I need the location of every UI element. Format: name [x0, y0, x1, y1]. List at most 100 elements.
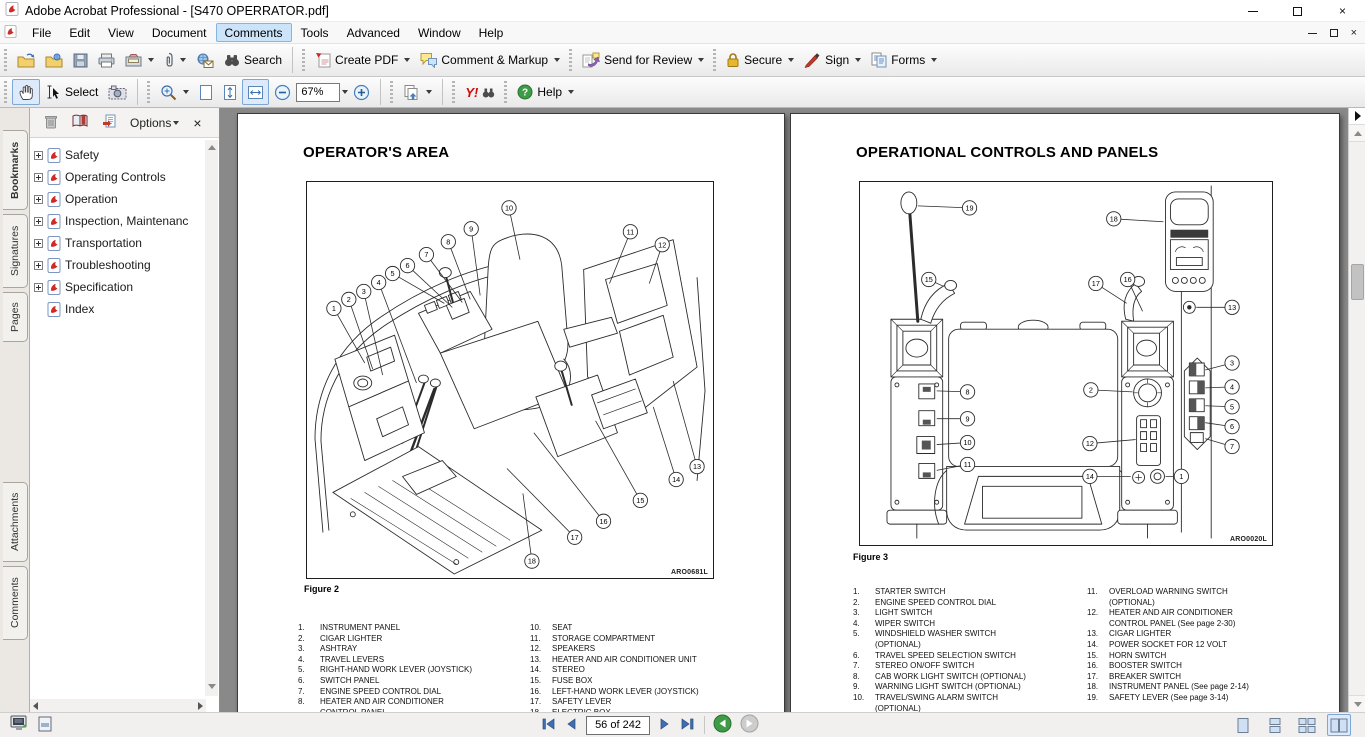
tab-bookmarks[interactable]: Bookmarks [3, 130, 28, 210]
scroll-up-icon[interactable] [208, 145, 216, 150]
bookmark-item[interactable]: Operation [34, 188, 206, 210]
preview-monitor-icon[interactable] [10, 715, 28, 735]
fit-width-button[interactable] [242, 79, 269, 105]
save-button[interactable] [68, 47, 93, 73]
menu-advanced[interactable]: Advanced [338, 23, 409, 42]
menu-document[interactable]: Document [143, 23, 216, 42]
toolbar-grip[interactable] [713, 49, 716, 71]
maximize-icon[interactable] [1275, 0, 1320, 22]
expand-plus-icon[interactable] [34, 261, 43, 270]
minimize-icon[interactable] [1230, 0, 1275, 22]
bookmark-item[interactable]: Index [34, 298, 206, 320]
panel-close-icon[interactable]: × [193, 115, 201, 131]
bookmark-item[interactable]: Transportation [34, 232, 206, 254]
doc-minimize-icon[interactable] [1308, 33, 1317, 34]
menu-tools[interactable]: Tools [292, 23, 338, 42]
expand-plus-icon[interactable] [34, 195, 43, 204]
bookmarks-options-button[interactable]: Options [130, 116, 179, 130]
bookmark-item[interactable]: Specification [34, 276, 206, 298]
facing-view-button[interactable] [1327, 714, 1351, 736]
next-page-button[interactable] [658, 717, 671, 734]
attach-button[interactable] [159, 47, 191, 73]
close-icon[interactable]: × [1320, 0, 1365, 22]
document-vscrollbar[interactable] [1348, 108, 1365, 712]
snapshot-tool-button[interactable] [103, 79, 132, 105]
help-button[interactable]: ? Help [512, 79, 579, 105]
menu-help[interactable]: Help [470, 23, 513, 42]
last-page-button[interactable] [679, 717, 696, 734]
tab-pages[interactable]: Pages [3, 292, 28, 342]
expand-plus-icon[interactable] [34, 239, 43, 248]
menu-comments[interactable]: Comments [216, 23, 292, 42]
expand-plus-icon[interactable] [34, 151, 43, 160]
tab-attachments[interactable]: Attachments [3, 482, 28, 562]
open-web-button[interactable] [40, 47, 68, 73]
menu-window[interactable]: Window [409, 23, 470, 42]
zoom-in-button[interactable] [348, 79, 375, 105]
forms-button[interactable]: Forms [866, 47, 942, 73]
toolbar-grip[interactable] [569, 49, 572, 71]
zoom-tool-button[interactable] [155, 79, 194, 105]
first-page-button[interactable] [540, 717, 557, 734]
continuous-view-button[interactable] [1263, 714, 1287, 736]
search-button[interactable]: Search [219, 47, 287, 73]
select-tool-button[interactable]: Select [40, 79, 103, 105]
scroll-down-icon[interactable] [208, 684, 216, 689]
zoom-level-input[interactable] [296, 83, 340, 102]
menu-edit[interactable]: Edit [60, 23, 99, 42]
hand-tool-button[interactable] [12, 79, 40, 105]
page-number-input[interactable] [586, 716, 650, 735]
open-button[interactable] [12, 47, 40, 73]
delete-bookmark-icon[interactable] [44, 114, 58, 132]
bookmark-item[interactable]: Safety [34, 144, 206, 166]
expand-plus-icon[interactable] [34, 217, 43, 226]
single-page-view-button[interactable] [1231, 714, 1255, 736]
doc-close-icon[interactable]: × [1351, 28, 1357, 39]
pane-toggle-button[interactable] [1349, 108, 1365, 125]
scroll-left-icon[interactable] [33, 702, 38, 710]
comment-markup-button[interactable]: Comment & Markup [415, 47, 565, 73]
menu-file[interactable]: File [23, 23, 60, 42]
expand-plus-icon[interactable] [34, 173, 43, 182]
scroll-right-icon[interactable] [198, 702, 203, 710]
print-button[interactable] [93, 47, 120, 73]
organizer-button[interactable] [120, 47, 159, 73]
menu-view[interactable]: View [99, 23, 143, 42]
email-button[interactable] [191, 47, 219, 73]
toolbar-grip[interactable] [302, 49, 305, 71]
fit-height-button[interactable] [218, 79, 242, 105]
scroll-up-button[interactable] [1349, 125, 1365, 142]
toolbar-grip[interactable] [452, 81, 455, 103]
bookmark-item[interactable]: Operating Controls [34, 166, 206, 188]
fit-page-button[interactable] [194, 79, 218, 105]
sign-button[interactable]: Sign [799, 47, 866, 73]
page-size-icon[interactable] [38, 716, 52, 735]
secure-button[interactable]: Secure [721, 47, 799, 73]
scroll-down-button[interactable] [1349, 695, 1365, 712]
scrollbar-thumb[interactable] [1351, 264, 1364, 300]
bookmarks-hscrollbar[interactable] [30, 699, 206, 712]
toolbar-grip[interactable] [504, 81, 507, 103]
expand-current-bookmark-icon[interactable] [72, 114, 88, 131]
create-pdf-button[interactable]: Create PDF [310, 47, 415, 73]
prev-page-button[interactable] [565, 717, 578, 734]
bookmark-item[interactable]: Troubleshooting [34, 254, 206, 276]
next-view-button[interactable] [740, 714, 759, 736]
yahoo-search-button[interactable]: Y! [460, 79, 500, 105]
bookmark-item[interactable]: Inspection, Maintenanc [34, 210, 206, 232]
previous-view-button[interactable] [713, 714, 732, 736]
toolbar-grip[interactable] [390, 81, 393, 103]
continuous-facing-view-button[interactable] [1295, 714, 1319, 736]
tab-comments[interactable]: Comments [3, 566, 28, 640]
toolbar-grip[interactable] [4, 49, 7, 71]
new-bookmark-icon[interactable] [102, 114, 118, 131]
document-area[interactable]: OPERATOR'S AREA [221, 108, 1348, 712]
send-review-button[interactable]: Send for Review [577, 47, 709, 73]
doc-restore-icon[interactable] [1330, 29, 1338, 37]
toolbar-grip[interactable] [4, 81, 7, 103]
tab-signatures[interactable]: Signatures [3, 214, 28, 288]
toolbar-grip[interactable] [147, 81, 150, 103]
expand-plus-icon[interactable] [34, 283, 43, 292]
bookmarks-vscrollbar[interactable] [205, 140, 218, 696]
zoom-out-button[interactable] [269, 79, 296, 105]
